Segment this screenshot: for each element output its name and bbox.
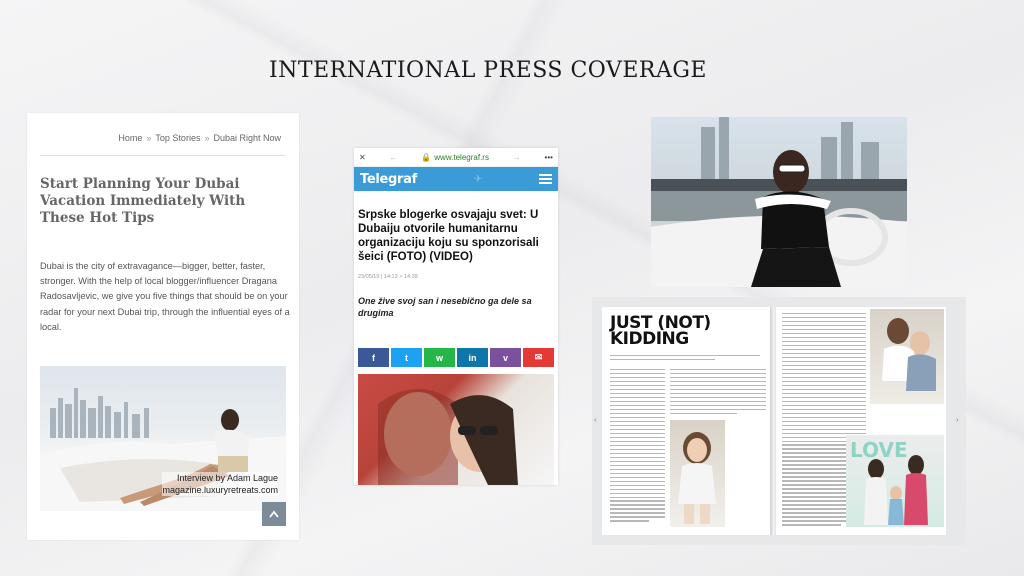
- yacht-driving-photo: [651, 117, 907, 287]
- article-card: Home » Top Stories » Dubai Right Now Sta…: [27, 113, 299, 540]
- column-text-2: [670, 369, 766, 417]
- breadcrumb: Home » Top Stories » Dubai Right Now: [118, 133, 281, 143]
- close-icon[interactable]: ✕: [359, 153, 366, 162]
- email-icon: ✉: [534, 352, 543, 362]
- magazine-left-page: JUST (NOT) KIDDING: [602, 307, 772, 535]
- url-bar[interactable]: 🔒 www.telegraf.rs: [421, 153, 489, 162]
- facebook-icon: f: [372, 352, 375, 363]
- divider: [40, 155, 285, 156]
- lock-icon: 🔒: [421, 152, 432, 162]
- forward-arrow-icon[interactable]: →: [513, 153, 521, 162]
- breadcrumb-top-stories[interactable]: Top Stories: [155, 133, 200, 143]
- facebook-share-button[interactable]: f: [358, 348, 389, 367]
- column-text-1: [610, 369, 665, 524]
- svg-text:LOVE: LOVE: [850, 438, 908, 462]
- selfie-photo: [358, 374, 554, 485]
- plane-icon: ✈: [473, 173, 483, 185]
- twitter-icon: t: [405, 352, 408, 363]
- magazine-right-page: LOVE: [776, 307, 946, 535]
- menu-icon[interactable]: [539, 174, 552, 184]
- family-photo: LOVE: [846, 435, 944, 527]
- telegraf-header: Telegraf ✈: [354, 167, 558, 191]
- viber-icon: v: [502, 352, 508, 363]
- twitter-share-button[interactable]: t: [391, 348, 422, 367]
- more-icon[interactable]: •••: [545, 153, 553, 162]
- telegraf-lead: One žive svoj san i nesebično ga dele sa…: [358, 296, 532, 318]
- whatsapp-share-button[interactable]: w: [424, 348, 455, 367]
- back-arrow-icon[interactable]: ←: [390, 153, 398, 162]
- chevron-up-icon: [269, 510, 279, 518]
- breadcrumb-home[interactable]: Home: [118, 133, 142, 143]
- child-photo: [670, 420, 725, 527]
- chevron-right-icon[interactable]: ›: [956, 415, 959, 424]
- linkedin-share-button[interactable]: in: [457, 348, 488, 367]
- article-body: Dubai is the city of extravagance—bigger…: [40, 261, 290, 332]
- telegraf-headline: Srpske blogerke osvajaju svet: U Dubaiju…: [358, 209, 539, 263]
- dubai-yacht-scene: [651, 117, 907, 287]
- chevron-left-icon[interactable]: ‹: [594, 415, 597, 424]
- browser-bar: ✕ ← 🔒 www.telegraf.rs → •••: [354, 148, 558, 167]
- magazine-spread: ‹ › JUST (NOT) KIDDING LOVE: [592, 297, 966, 545]
- article-headline: Start Planning Your Dubai Vacation Immed…: [40, 176, 246, 226]
- back-to-top-button[interactable]: [262, 502, 286, 526]
- telegraf-card: ✕ ← 🔒 www.telegraf.rs → ••• Telegraf ✈ S…: [354, 148, 558, 485]
- page-title: INTERNATIONAL PRESS COVERAGE: [268, 58, 707, 83]
- telegraf-logo[interactable]: Telegraf: [360, 172, 417, 187]
- interview-credit: Interview by Adam Lague magazine.luxuryr…: [162, 472, 278, 496]
- selfie-scene: [378, 389, 518, 485]
- email-share-button[interactable]: ✉: [523, 348, 554, 367]
- magazine-headline: JUST (NOT) KIDDING: [610, 313, 711, 349]
- viber-share-button[interactable]: v: [490, 348, 521, 367]
- intro-text: [610, 355, 760, 363]
- share-bar: f t w in v ✉: [358, 348, 554, 367]
- kids-photo: [870, 309, 944, 404]
- publish-date: 23/05/19 | 14:13 > 14:39: [358, 274, 418, 280]
- breadcrumb-dubai-right-now[interactable]: Dubai Right Now: [213, 133, 281, 143]
- whatsapp-icon: w: [435, 352, 443, 363]
- yacht-photo: Interview by Adam Lague magazine.luxuryr…: [40, 366, 286, 511]
- linkedin-icon: in: [468, 352, 477, 363]
